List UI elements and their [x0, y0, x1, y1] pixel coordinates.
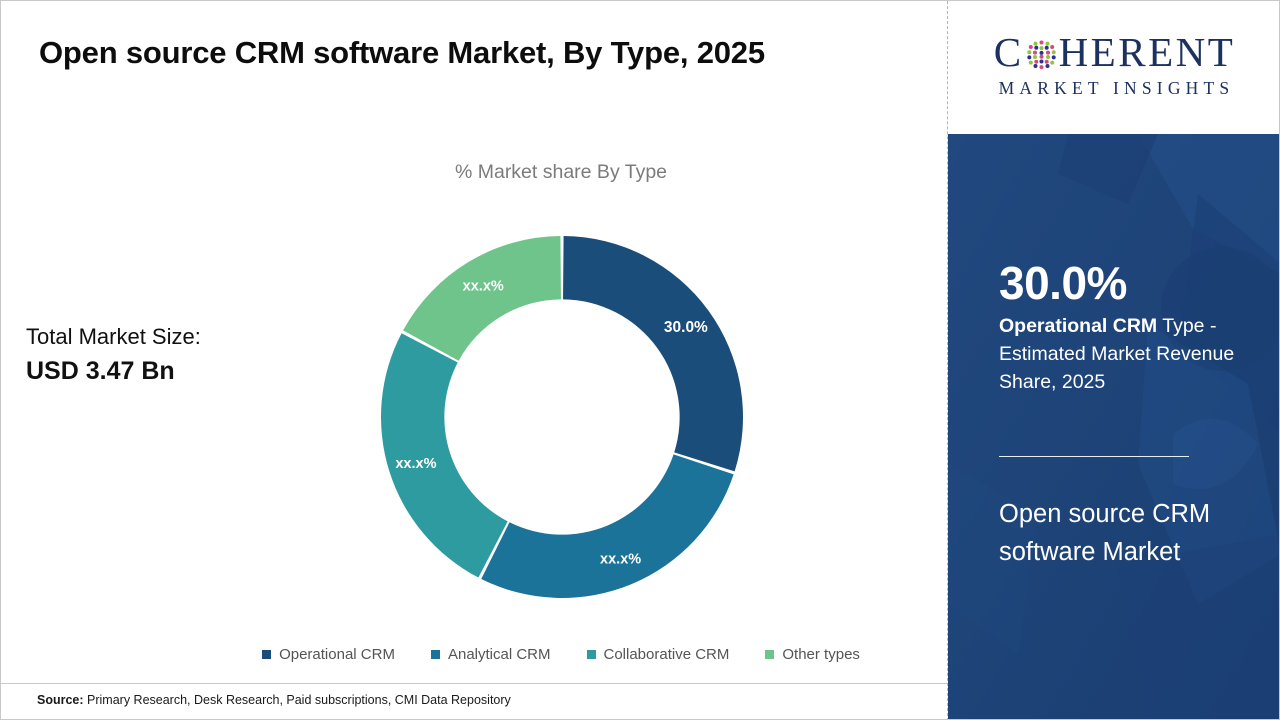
legend-label: Analytical CRM: [447, 646, 551, 663]
donut-slice[interactable]: [563, 236, 743, 472]
total-market-value: USD 3.47 Bn: [26, 356, 175, 385]
chart-panel: Open source CRM software Market, By Type…: [1, 1, 947, 719]
legend-label: Operational CRM: [279, 646, 395, 663]
brand-tagline: MARKET INSIGHTS: [998, 78, 1235, 98]
legend-label: Collaborative CRM: [603, 646, 730, 663]
brand-wordmark: C HERENT: [994, 32, 1236, 73]
source-label: Source:: [37, 693, 84, 707]
donut-slice-label: xx.x%: [395, 456, 436, 472]
sidebar-divider: [999, 456, 1189, 457]
donut-slice-label: 30.0%: [664, 319, 708, 336]
donut-chart: 30.0% xx.x% xx.x% xx.x%: [381, 236, 743, 598]
donut-slice-label: xx.x%: [463, 279, 504, 295]
stat-caption-bold: Operational CRM: [999, 315, 1158, 338]
total-market-size-block: Total Market Size: USD 3.47 Bn: [26, 323, 326, 388]
sidebar-body: 30.0% Operational CRM Type - Estimated M…: [948, 134, 1279, 719]
footer-divider: [1, 683, 947, 684]
brand-logo: C HERENT MARKET INSIGHTS: [948, 1, 1279, 134]
brand-letters-herent: HERENT: [1058, 29, 1236, 75]
donut-slice[interactable]: [481, 454, 734, 598]
sidebar-panel: C HERENT MARKET INSIGHTS 30.0% Operation…: [947, 1, 1279, 719]
donut-chart-svg: 30.0% xx.x% xx.x% xx.x%: [381, 236, 743, 598]
source-text: Primary Research, Desk Research, Paid su…: [83, 693, 511, 707]
legend-item[interactable]: Collaborative CRM: [586, 646, 730, 663]
dotted-sphere-svg: [1026, 40, 1056, 70]
brand-logo-inner: C HERENT MARKET INSIGHTS: [994, 32, 1236, 99]
stat-block: 30.0% Operational CRM Type - Estimated M…: [999, 259, 1249, 396]
total-market-label: Total Market Size:: [26, 324, 201, 349]
legend-swatch-icon: [262, 650, 272, 659]
brand-letter-c: C: [993, 29, 1024, 75]
source-note: Source: Primary Research, Desk Research,…: [37, 693, 511, 707]
donut-slice-label: xx.x%: [600, 551, 641, 567]
dotted-sphere-icon: [1025, 37, 1058, 70]
stat-value: 30.0%: [999, 257, 1127, 309]
legend-item[interactable]: Operational CRM: [262, 646, 395, 663]
infographic-page: Open source CRM software Market, By Type…: [0, 0, 1280, 720]
donut-slice[interactable]: [403, 236, 561, 361]
legend-swatch-icon: [765, 650, 775, 659]
stat-caption: Operational CRM Type - Estimated Market …: [999, 313, 1249, 396]
legend-item[interactable]: Other types: [765, 646, 860, 663]
legend-swatch-icon: [586, 650, 596, 659]
legend-item[interactable]: Analytical CRM: [430, 646, 551, 663]
background-texture: [948, 134, 1279, 719]
legend-swatch-icon: [430, 650, 440, 659]
sidebar-market-name: Open source CRM software Market: [999, 500, 1211, 566]
page-title: Open source CRM software Market, By Type…: [39, 35, 765, 70]
legend-label: Other types: [782, 646, 860, 663]
